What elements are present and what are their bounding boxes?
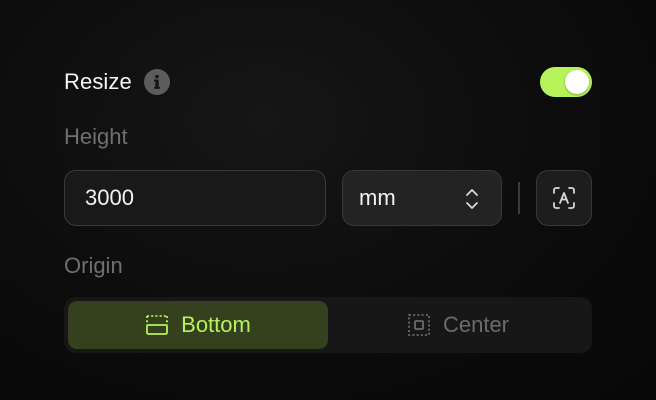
divider — [518, 182, 520, 214]
auto-size-icon — [553, 187, 575, 209]
resize-panel: Resize Height mm — [64, 0, 592, 400]
origin-option-label: Center — [442, 312, 510, 337]
origin-option-center[interactable]: Center — [328, 301, 588, 349]
resize-label: Resize — [64, 69, 132, 94]
unit-select[interactable]: mm — [342, 170, 502, 226]
height-input[interactable] — [64, 170, 326, 226]
chevron-up-down-icon — [466, 189, 478, 209]
origin-option-bottom[interactable]: Bottom — [68, 301, 328, 349]
resize-toggle[interactable] — [540, 67, 592, 97]
toggle-knob — [565, 70, 589, 94]
origin-label: Origin — [64, 253, 123, 278]
align-center-icon — [408, 314, 430, 336]
height-input-row: mm — [64, 170, 592, 226]
unit-value: mm — [359, 185, 396, 210]
info-icon[interactable] — [143, 69, 170, 95]
resize-row: Resize — [64, 66, 592, 98]
origin-segmented-control: Bottom Center — [64, 297, 592, 353]
align-bottom-icon — [146, 315, 169, 335]
origin-option-label: Bottom — [181, 312, 251, 337]
auto-size-button[interactable] — [536, 170, 592, 226]
height-label: Height — [64, 124, 128, 149]
